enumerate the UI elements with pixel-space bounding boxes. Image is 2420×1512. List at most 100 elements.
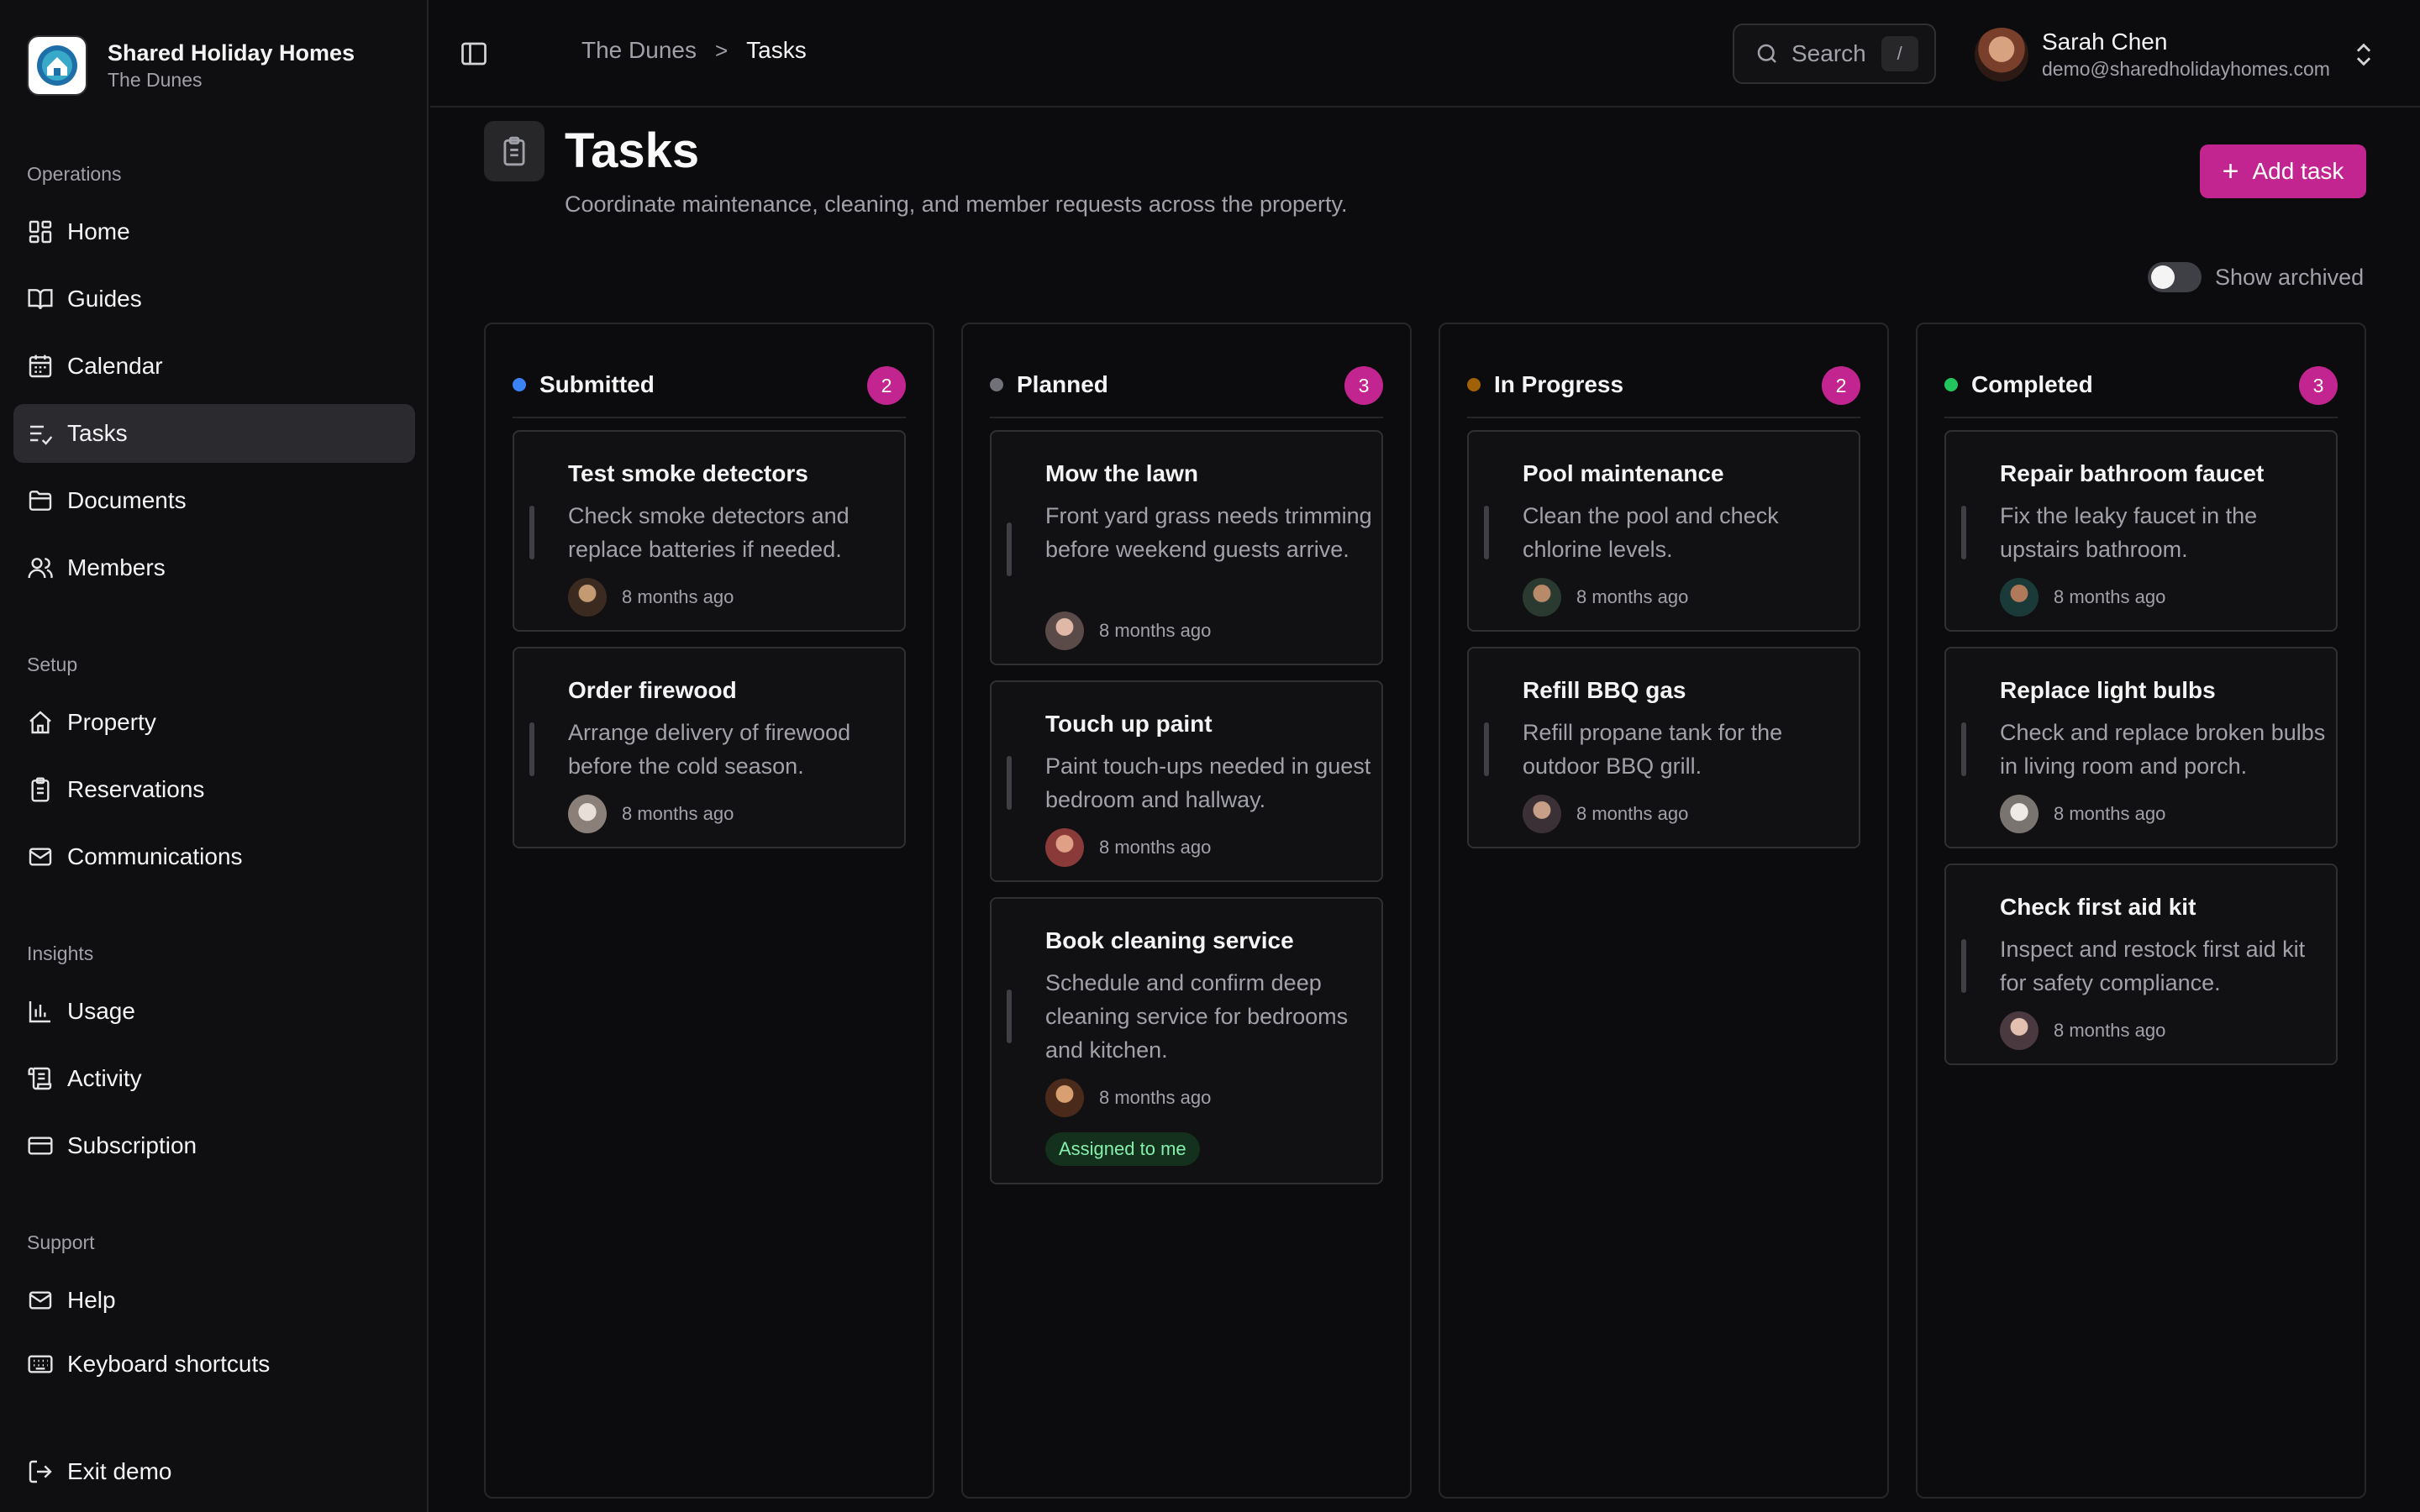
task-description: Arrange delivery of firewood before the … (568, 720, 851, 779)
task-card[interactable]: Replace light bulbs Check and replace bro… (1944, 647, 2338, 848)
sidebar-item-subscription[interactable]: Subscription (13, 1116, 415, 1175)
drag-handle[interactable] (1961, 939, 1966, 993)
sidebar-item-label: Keyboard shortcuts (67, 1351, 271, 1377)
task-card[interactable]: Pool maintenance Clean the pool and check… (1467, 430, 1860, 632)
task-timestamp: 8 months ago (1576, 803, 1689, 824)
show-archived-label: Show archived (2215, 264, 2365, 290)
status-dot (1467, 378, 1481, 391)
drag-handle[interactable] (1961, 506, 1966, 559)
task-meta: 8 months ago (2000, 795, 2165, 833)
drag-handle[interactable] (529, 506, 534, 559)
drag-handle[interactable] (1007, 756, 1012, 810)
sidebar-item-usage[interactable]: Usage (13, 982, 415, 1041)
task-card[interactable]: Touch up paint Paint touch-ups needed in … (990, 680, 1383, 882)
task-timestamp: 8 months ago (1099, 837, 1212, 858)
board-column-in-progress: In Progress 2 Pool maintenance Clean the po… (1439, 323, 1889, 1499)
sidebar-item-communications[interactable]: Communications (13, 827, 415, 886)
count-badge: 2 (867, 366, 906, 405)
sidebar-item-activity[interactable]: Activity (13, 1049, 415, 1108)
user-email: demo@sharedholidayhomes.com (2042, 58, 2330, 80)
drag-handle[interactable] (529, 722, 534, 776)
drag-handle[interactable] (1484, 506, 1489, 559)
task-meta: 8 months ago (2000, 1011, 2165, 1050)
search-placeholder: Search (1791, 40, 1866, 66)
status-dot (513, 378, 526, 391)
mail-help-icon (29, 1291, 52, 1310)
column-title: Submitted (539, 371, 655, 397)
sidebar-item-label: Members (67, 554, 166, 580)
sidebar-item-label: Activity (67, 1065, 142, 1091)
sidebar-toggle-icon[interactable] (459, 39, 489, 69)
sidebar-item-help[interactable]: Help (13, 1271, 415, 1330)
keyboard-icon (28, 1355, 53, 1373)
user-menu[interactable]: Sarah Chen demo@sharedholidayhomes.com (1975, 25, 2378, 84)
brand[interactable]: Shared Holiday Homes The Dunes (27, 35, 355, 96)
task-description: Check smoke detectors and replace batter… (568, 503, 850, 562)
sidebar-item-home[interactable]: Home (13, 202, 415, 261)
board-column-planned: Planned 3 Mow the lawn Front yard grass nee… (961, 323, 1412, 1499)
sidebar-item-label: Guides (67, 286, 142, 312)
sidebar-item-guides[interactable]: Guides (13, 270, 415, 328)
section-label-insights: Insights (27, 942, 94, 964)
sidebar-item-members[interactable]: Members (13, 538, 415, 597)
house-logo-icon (37, 45, 77, 86)
task-title: Touch up paint (1045, 711, 1213, 737)
book-open-icon (28, 289, 53, 310)
task-card[interactable]: Order firewood Arrange delivery of firewo… (513, 647, 906, 848)
task-meta: 8 months ago (1045, 612, 1211, 650)
task-card[interactable]: Book cleaning service Schedule and confir… (990, 897, 1383, 1184)
task-title: Book cleaning service (1045, 927, 1294, 953)
task-card[interactable]: Repair bathroom faucet Fix the leaky fauc… (1944, 430, 2338, 632)
sidebar-item-calendar[interactable]: Calendar (13, 337, 415, 396)
assignee-avatar (1523, 578, 1561, 617)
task-timestamp: 8 months ago (1099, 1087, 1212, 1108)
drag-handle[interactable] (1007, 522, 1012, 576)
task-timestamp: 8 months ago (2054, 1020, 2166, 1041)
task-card[interactable]: Check first aid kit Inspect and restock f… (1944, 864, 2338, 1065)
list-check-icon (30, 425, 53, 445)
sidebar-item-documents[interactable]: Documents (13, 471, 415, 530)
sidebar-item-label: Subscription (67, 1132, 197, 1158)
clipboard-icon (31, 777, 50, 802)
task-meta: 8 months ago (568, 578, 734, 617)
show-archived-toggle[interactable]: Show archived (2148, 262, 2364, 292)
drag-handle[interactable] (1484, 722, 1489, 776)
status-dot (990, 378, 1003, 391)
status-dot (1944, 378, 1958, 391)
task-meta: 8 months ago (1045, 828, 1211, 867)
assignee-avatar (2000, 1011, 2039, 1050)
sidebar-item-keyboard-shortcuts[interactable]: Keyboard shortcuts (13, 1335, 415, 1394)
task-description: Inspect and restock first aid kit for sa… (2000, 937, 2306, 995)
scroll-icon (28, 1067, 52, 1090)
sidebar-item-label: Help (67, 1287, 116, 1313)
assignee-avatar (2000, 578, 2039, 617)
task-title: Repair bathroom faucet (2000, 460, 2265, 486)
breadcrumb-parent[interactable]: The Dunes (581, 37, 697, 64)
task-title: Test smoke detectors (568, 460, 808, 486)
topbar: The Dunes > Tasks Search / Sarah Chen de… (430, 0, 2420, 108)
sidebar-item-label: Communications (67, 843, 243, 869)
sidebar-item-tasks[interactable]: Tasks (13, 404, 415, 463)
sidebar-item-exit-demo[interactable]: Exit demo (13, 1442, 415, 1501)
assigned-badge: Assigned to me (1045, 1132, 1200, 1166)
section-label-support: Support (27, 1231, 95, 1253)
bar-chart-icon (29, 1001, 50, 1023)
user-name: Sarah Chen (2042, 29, 2168, 55)
search-input[interactable]: Search / (1733, 24, 1936, 84)
drag-handle[interactable] (1961, 722, 1966, 776)
task-meta: 8 months ago (568, 795, 734, 833)
add-task-button[interactable]: + Add task (2200, 144, 2366, 198)
sidebar-item-reservations[interactable]: Reservations (13, 760, 415, 819)
column-divider (1944, 417, 2338, 418)
search-shortcut-key: / (1881, 36, 1918, 71)
sidebar-item-property[interactable]: Property (13, 693, 415, 752)
drag-handle[interactable] (1007, 990, 1012, 1043)
task-timestamp: 8 months ago (622, 586, 734, 607)
archived-switch[interactable] (2148, 262, 2202, 292)
task-title: Replace light bulbs (2000, 677, 2216, 703)
assignee-avatar (568, 795, 607, 833)
task-card[interactable]: Test smoke detectors Check smoke detector… (513, 430, 906, 632)
task-card[interactable]: Mow the lawn Front yard grass needs trimm… (990, 430, 1383, 665)
task-description: Front yard grass needs trimming before w… (1045, 503, 1372, 562)
task-card[interactable]: Refill BBQ gas Refill propane tank for th… (1467, 647, 1860, 848)
